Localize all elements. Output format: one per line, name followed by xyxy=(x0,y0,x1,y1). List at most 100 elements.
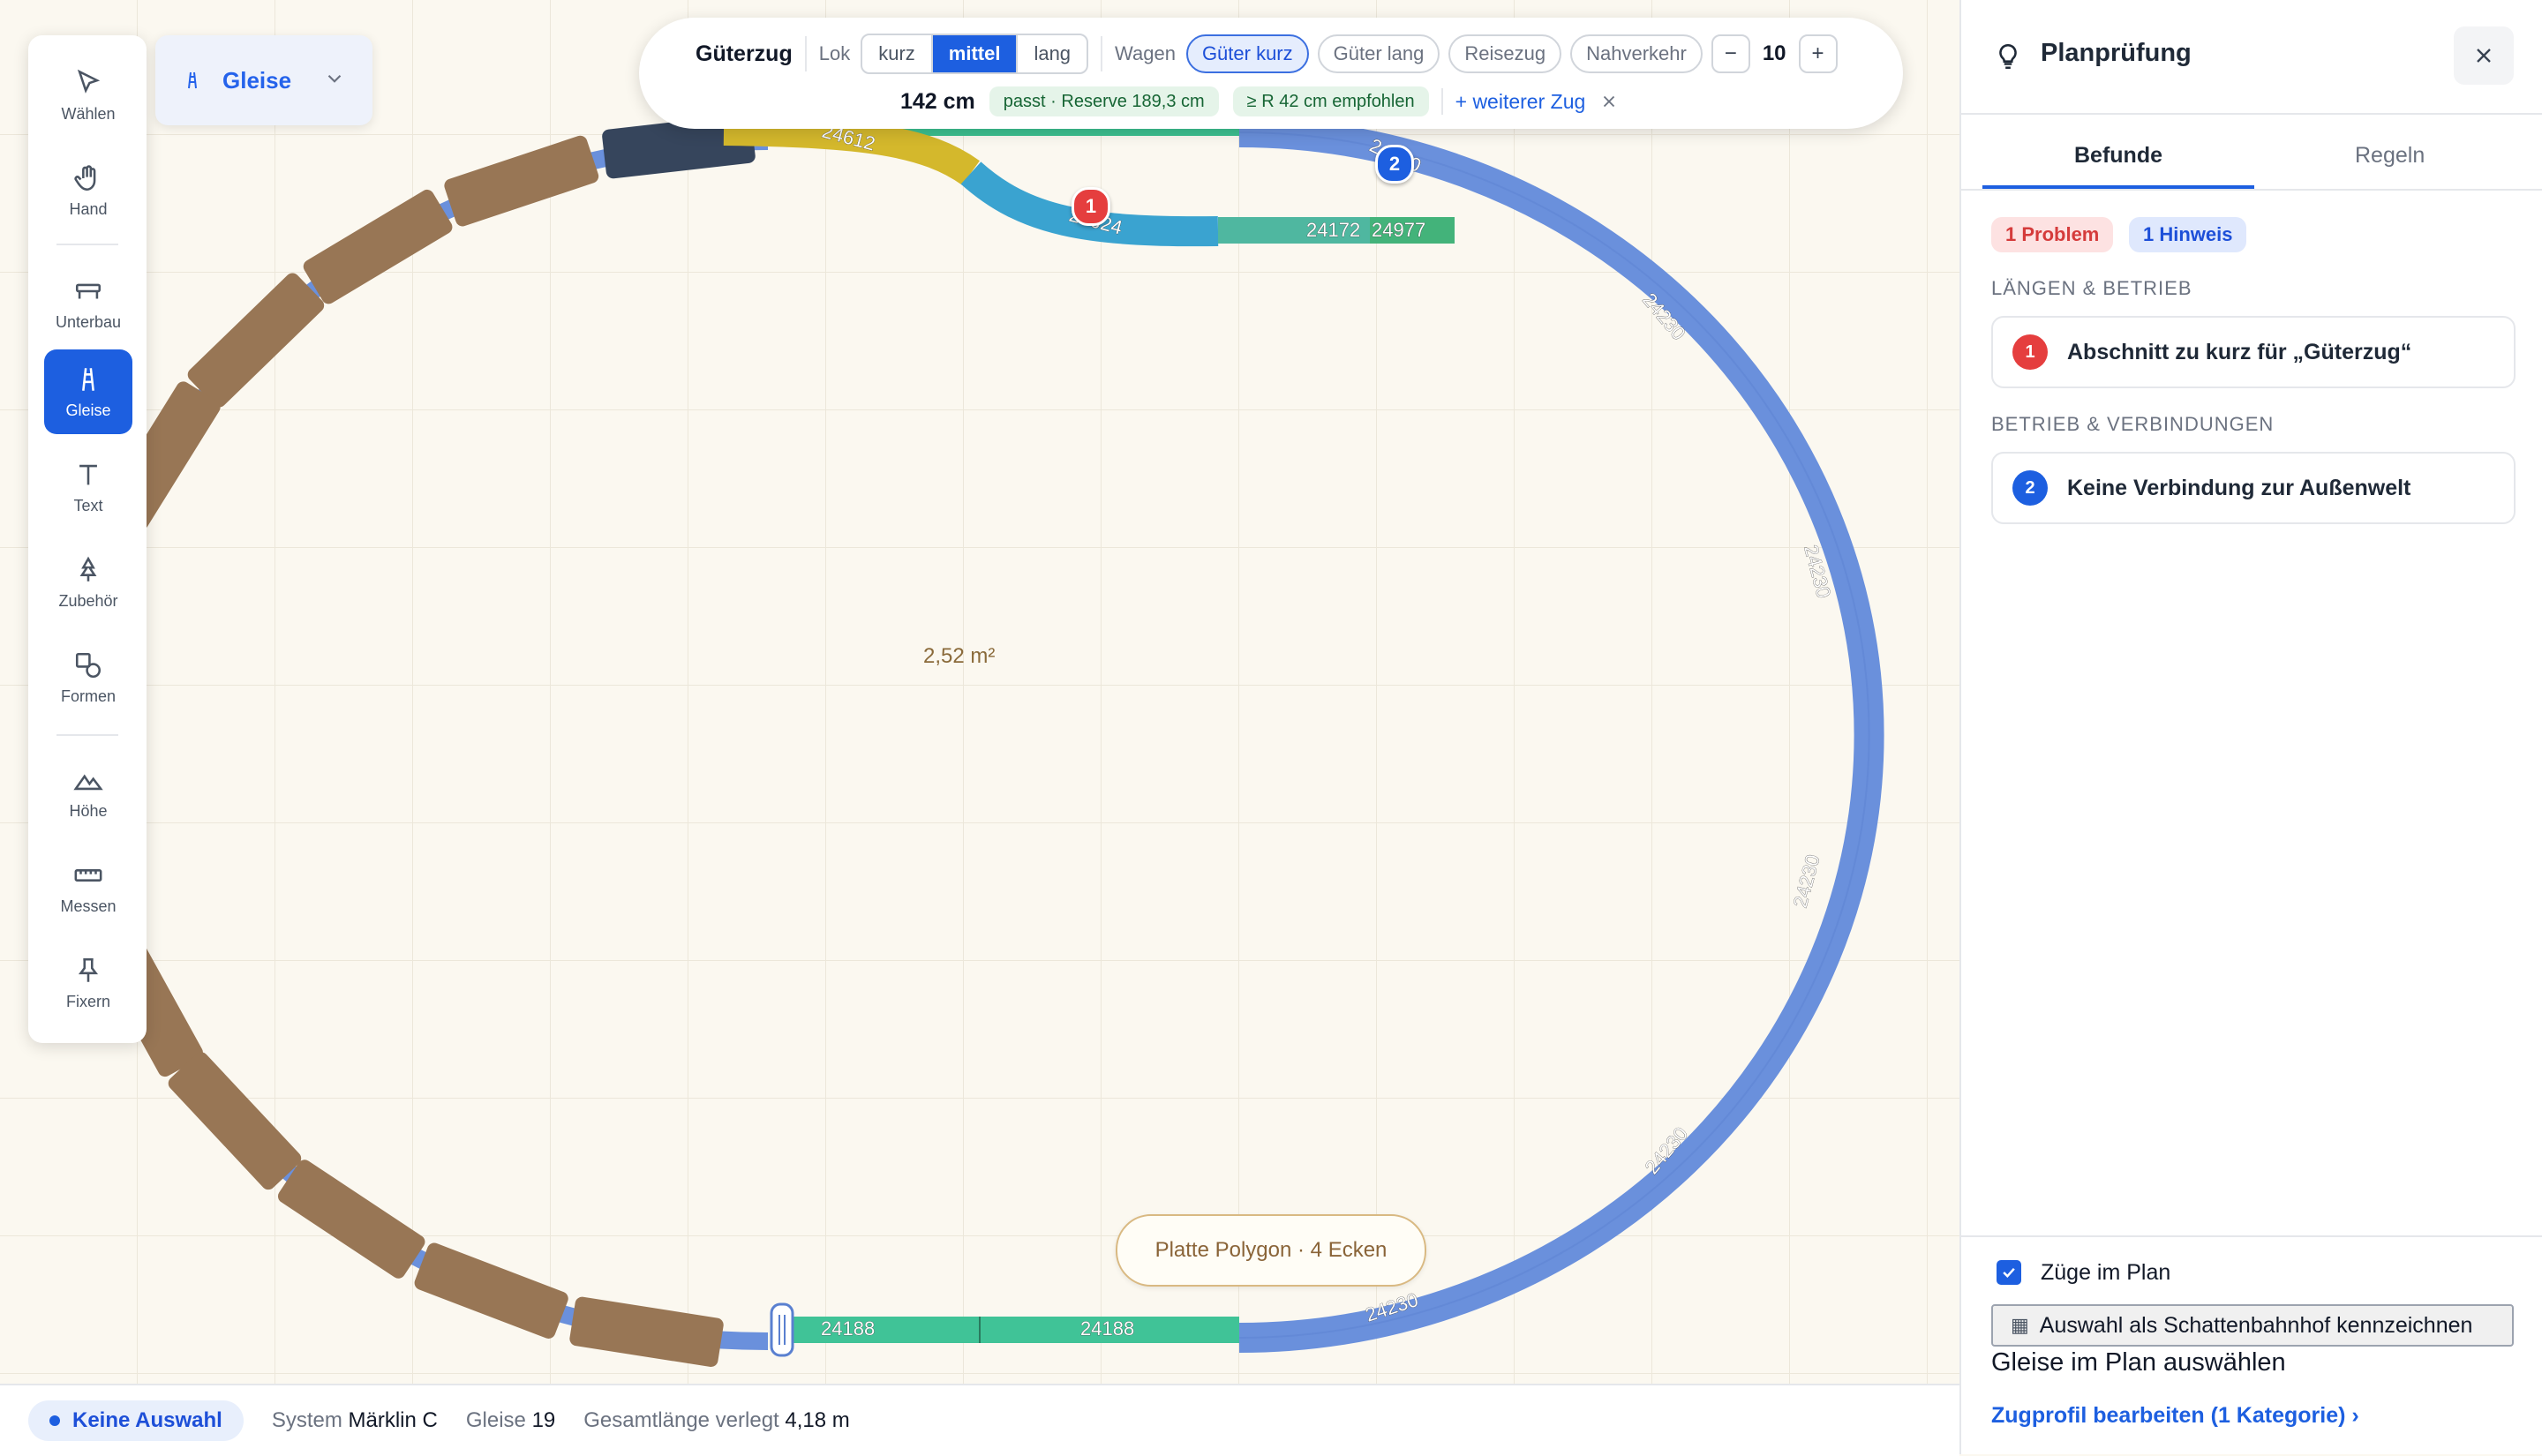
tool-label: Text xyxy=(73,496,103,514)
wagen-label: Wagen xyxy=(1115,42,1176,64)
tool-unterbau[interactable]: Unterbau xyxy=(44,261,132,346)
mountain-icon xyxy=(73,773,103,790)
plan-canvas[interactable]: 24188 24188 24172 24977 24612 24624 2423… xyxy=(0,0,1959,1384)
tool-select[interactable]: Wählen xyxy=(44,53,132,138)
station-icon: ▦ xyxy=(2011,1314,2029,1336)
check-icon xyxy=(2003,1267,2015,1278)
wagon[interactable] xyxy=(301,187,455,306)
finding-number: 2 xyxy=(2012,470,2048,506)
panel-title: Planprüfung xyxy=(2041,39,2192,67)
label-24230-3: 24230 xyxy=(1789,852,1824,911)
panel-close-button[interactable] xyxy=(2454,26,2514,85)
tab-befunde[interactable]: Befunde xyxy=(2074,143,2162,169)
track-icon xyxy=(188,71,197,89)
shapes-icon xyxy=(75,652,102,678)
wagen-gueter-kurz[interactable]: Güter kurz xyxy=(1185,34,1309,73)
tool-hoehe[interactable]: Höhe xyxy=(44,750,132,835)
count-minus-button[interactable]: − xyxy=(1711,34,1750,73)
tool-formen[interactable]: Formen xyxy=(44,635,132,720)
add-train-link[interactable]: + weiterer Zug xyxy=(1455,90,1586,114)
tab-regeln[interactable]: Regeln xyxy=(2355,143,2425,169)
label-24172: 24172 xyxy=(1306,219,1360,241)
tool-label: Unterbau xyxy=(55,312,122,331)
platte-label[interactable]: Platte Polygon · 4 Ecken xyxy=(1116,1214,1426,1287)
wagon[interactable] xyxy=(412,1241,570,1340)
lightbulb-icon xyxy=(1999,43,2017,70)
area-label: 2,52 m² xyxy=(923,644,996,668)
wagon[interactable] xyxy=(184,270,327,410)
selection-chip[interactable]: Keine Auswahl xyxy=(28,1400,244,1441)
wagon[interactable] xyxy=(165,1049,304,1192)
finding-marker-2[interactable]: 2 xyxy=(1375,145,1414,184)
close-icon[interactable] xyxy=(1599,92,1619,111)
trains-checkbox[interactable] xyxy=(1997,1260,2021,1285)
shadow-station-button[interactable]: ▦ Auswahl als Schattenbahnhof kennzeichn… xyxy=(1991,1304,2514,1347)
tool-zubehoer[interactable]: Zubehör xyxy=(44,540,132,625)
active-tab-indicator xyxy=(1982,185,2254,189)
tool-label: Messen xyxy=(60,897,117,915)
track-type-label: Gleise xyxy=(222,66,292,94)
fit-badge: passt · Reserve 189,3 cm xyxy=(989,86,1219,116)
track-curve-left[interactable] xyxy=(71,132,769,1350)
track-curve-right[interactable] xyxy=(1238,117,1884,1353)
finding-item-1[interactable]: 1 Abschnitt zu kurz für „Güterzug“ xyxy=(1991,316,2516,388)
tool-label: Formen xyxy=(60,687,116,705)
wagon-count: 10 xyxy=(1762,41,1786,65)
wagon[interactable] xyxy=(568,1296,725,1369)
finding-number: 1 xyxy=(2012,334,2048,370)
count-plus-button[interactable]: + xyxy=(1798,34,1838,73)
lok-length-segment: kurz mittel lang xyxy=(861,34,1089,74)
wagon[interactable] xyxy=(275,1157,428,1281)
toolbar-divider xyxy=(56,244,118,245)
tree-icon xyxy=(79,556,97,582)
tool-fixern[interactable]: Fixern xyxy=(44,941,132,1025)
selection-dot xyxy=(49,1415,60,1426)
track-type-dropdown[interactable]: Gleise xyxy=(155,35,372,125)
close-icon xyxy=(2477,49,2491,63)
track-end-handle[interactable] xyxy=(770,1302,794,1357)
tool-label: Höhe xyxy=(69,801,108,820)
trains-checkbox-label[interactable]: Züge im Plan xyxy=(2041,1260,2170,1286)
tool-label: Zubehör xyxy=(58,591,118,610)
train-title: Güterzug xyxy=(696,41,793,66)
hand-icon xyxy=(74,164,96,191)
cursor-icon xyxy=(77,69,101,94)
edit-profile-link[interactable]: Zugprofil bearbeiten (1 Kategorie) › xyxy=(1991,1403,2359,1429)
wagen-gueter-lang[interactable]: Güter lang xyxy=(1317,34,1440,73)
tool-hand[interactable]: Hand xyxy=(44,148,132,233)
finding-marker-1[interactable]: 1 xyxy=(1072,187,1110,226)
wagon[interactable] xyxy=(442,134,600,229)
lok-option-kurz[interactable]: kurz xyxy=(862,35,933,72)
tool-label: Hand xyxy=(69,199,108,218)
wagen-reisezug[interactable]: Reisezug xyxy=(1448,34,1562,73)
track-layout[interactable]: 24188 24188 24172 24977 24612 24624 2423… xyxy=(0,0,1959,1384)
shadow-station-hint: Gleise im Plan auswählen xyxy=(1991,1348,2286,1377)
label-24188-a: 24188 xyxy=(821,1317,875,1340)
wagen-nahverkehr[interactable]: Nahverkehr xyxy=(1570,34,1703,73)
finding-text: Keine Verbindung zur Außenwelt xyxy=(2067,475,2411,500)
tracks-info: Gleise 19 xyxy=(465,1408,556,1432)
tool-palette: Wählen Hand Unterbau Gleise Text Zubehör… xyxy=(28,35,147,1043)
tool-text[interactable]: Text xyxy=(44,445,132,529)
lok-option-mittel[interactable]: mittel xyxy=(932,35,1019,72)
toolbar-divider xyxy=(56,734,118,736)
tool-gleise[interactable]: Gleise xyxy=(44,349,132,434)
system-info: System Märklin C xyxy=(271,1408,438,1432)
radius-badge: ≥ R 42 cm empfohlen xyxy=(1232,86,1429,116)
train-length: 142 cm xyxy=(900,88,975,114)
track-icon xyxy=(82,367,94,391)
section-title: BETRIEB & VERBINDUNGEN xyxy=(1991,413,2275,435)
bench-icon xyxy=(75,283,102,298)
lok-label: Lok xyxy=(818,42,851,64)
plan-check-panel: Planprüfung Befunde Regeln 1 Problem 1 H… xyxy=(1959,0,2542,1454)
selection-label: Keine Auswahl xyxy=(72,1408,222,1432)
ruler-icon xyxy=(74,868,102,882)
train-wagons[interactable] xyxy=(53,113,769,1369)
tool-label: Fixern xyxy=(65,992,110,1010)
status-bar: Keine Auswahl System Märklin C Gleise 19… xyxy=(0,1384,1959,1456)
lok-option-lang[interactable]: lang xyxy=(1018,35,1087,72)
hint-badge: 1 Hinweis xyxy=(2129,217,2247,252)
label-24188-b: 24188 xyxy=(1080,1317,1134,1340)
tool-messen[interactable]: Messen xyxy=(44,845,132,930)
finding-item-2[interactable]: 2 Keine Verbindung zur Außenwelt xyxy=(1991,452,2516,524)
